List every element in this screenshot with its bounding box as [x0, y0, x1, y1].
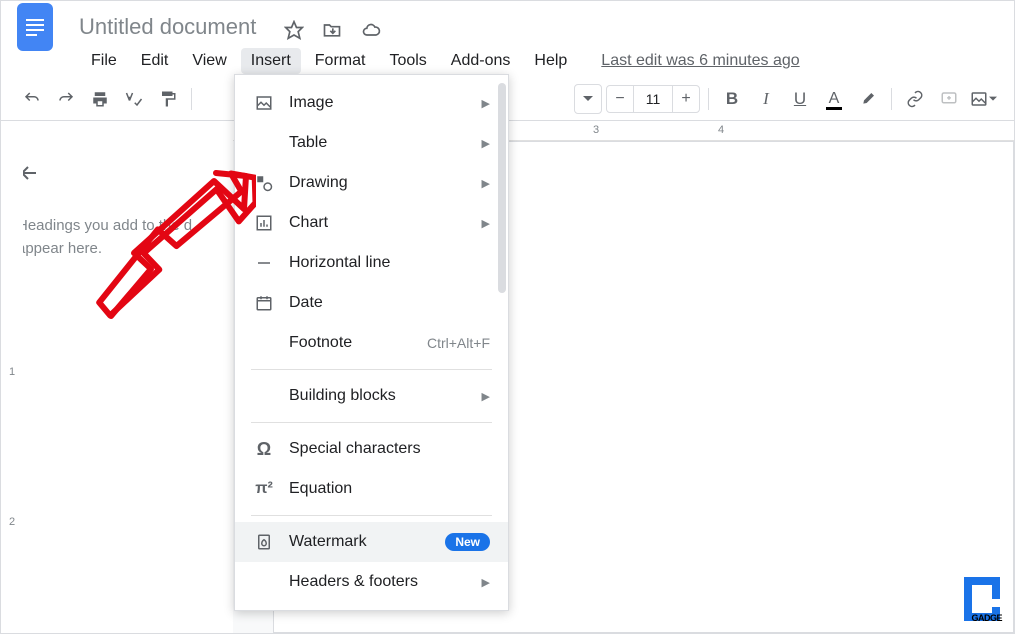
menu-divider: [251, 369, 492, 370]
menu-insert-special-characters[interactable]: Ω Special characters: [235, 429, 508, 469]
font-size-group: − 11 +: [606, 85, 700, 113]
menu-insert-date[interactable]: Date: [235, 283, 508, 323]
insert-dropdown-menu: Image ▶ Table ▶ Drawing ▶ Chart ▶ Horizo…: [234, 74, 509, 611]
menu-format[interactable]: Format: [305, 48, 376, 74]
highlight-button[interactable]: [853, 84, 883, 114]
text-color-button[interactable]: A: [819, 84, 849, 114]
insert-image-button[interactable]: [968, 84, 998, 114]
calendar-icon: [253, 294, 275, 312]
image-icon: [253, 94, 275, 112]
menu-edit[interactable]: Edit: [131, 48, 179, 74]
star-icon[interactable]: [284, 20, 304, 40]
menu-insert-headers-footers[interactable]: Headers & footers ▶: [235, 562, 508, 602]
menu-insert-drawing[interactable]: Drawing ▶: [235, 163, 508, 203]
docs-logo[interactable]: [17, 3, 53, 51]
chevron-right-icon: ▶: [482, 137, 490, 150]
spellcheck-button[interactable]: [119, 84, 149, 114]
add-comment-button[interactable]: [934, 84, 964, 114]
document-title[interactable]: Untitled document: [73, 12, 262, 41]
bold-button[interactable]: B: [717, 84, 747, 114]
menu-view[interactable]: View: [182, 48, 236, 74]
font-size-decrease[interactable]: −: [606, 85, 634, 113]
last-edit-link[interactable]: Last edit was 6 minutes ago: [601, 52, 799, 70]
menu-addons[interactable]: Add-ons: [441, 48, 521, 74]
menu-file[interactable]: File: [81, 48, 127, 74]
menu-insert-equation[interactable]: π² Equation: [235, 469, 508, 509]
outline-collapse-button[interactable]: [17, 161, 217, 185]
menu-divider: [251, 515, 492, 516]
print-button[interactable]: [85, 84, 115, 114]
font-family-dropdown[interactable]: [574, 84, 602, 114]
chevron-right-icon: ▶: [482, 390, 490, 403]
menu-insert-watermark[interactable]: Watermark New: [235, 522, 508, 562]
menu-bar: File Edit View Insert Format Tools Add-o…: [1, 45, 1014, 77]
menu-help[interactable]: Help: [524, 48, 577, 74]
redo-button[interactable]: [51, 84, 81, 114]
outline-panel: Headings you add to the d appear here.: [1, 121, 233, 633]
underline-button[interactable]: U: [785, 84, 815, 114]
watermark-icon: [253, 533, 275, 551]
menu-divider: [251, 422, 492, 423]
new-badge: New: [445, 533, 490, 551]
cloud-status-icon[interactable]: [360, 20, 382, 40]
outline-placeholder: Headings you add to the d appear here.: [17, 215, 217, 260]
undo-button[interactable]: [17, 84, 47, 114]
menu-insert-chart[interactable]: Chart ▶: [235, 203, 508, 243]
move-to-folder-icon[interactable]: [322, 20, 342, 40]
insert-link-button[interactable]: [900, 84, 930, 114]
vertical-ruler[interactable]: 1 2: [3, 141, 23, 633]
pi-icon: π²: [253, 480, 275, 498]
menu-insert[interactable]: Insert: [241, 48, 301, 74]
menu-insert-image[interactable]: Image ▶: [235, 83, 508, 123]
chevron-right-icon: ▶: [482, 97, 490, 110]
chart-icon: [253, 214, 275, 232]
watermark-branding: GADGE: [962, 577, 1002, 621]
title-bar: Untitled document: [1, 1, 1014, 45]
chevron-right-icon: ▶: [482, 576, 490, 589]
italic-button[interactable]: I: [751, 84, 781, 114]
chevron-right-icon: ▶: [482, 177, 490, 190]
menu-insert-horizontal-line[interactable]: Horizontal line: [235, 243, 508, 283]
omega-icon: Ω: [253, 439, 275, 460]
horizontal-line-icon: [253, 254, 275, 272]
menu-tools[interactable]: Tools: [379, 48, 436, 74]
menu-insert-table[interactable]: Table ▶: [235, 123, 508, 163]
font-size-input[interactable]: 11: [634, 85, 672, 113]
menu-insert-footnote[interactable]: Footnote Ctrl+Alt+F: [235, 323, 508, 363]
font-size-increase[interactable]: +: [672, 85, 700, 113]
paint-format-button[interactable]: [153, 84, 183, 114]
menu-insert-building-blocks[interactable]: Building blocks ▶: [235, 376, 508, 416]
chevron-right-icon: ▶: [482, 217, 490, 230]
drawing-icon: [253, 174, 275, 192]
